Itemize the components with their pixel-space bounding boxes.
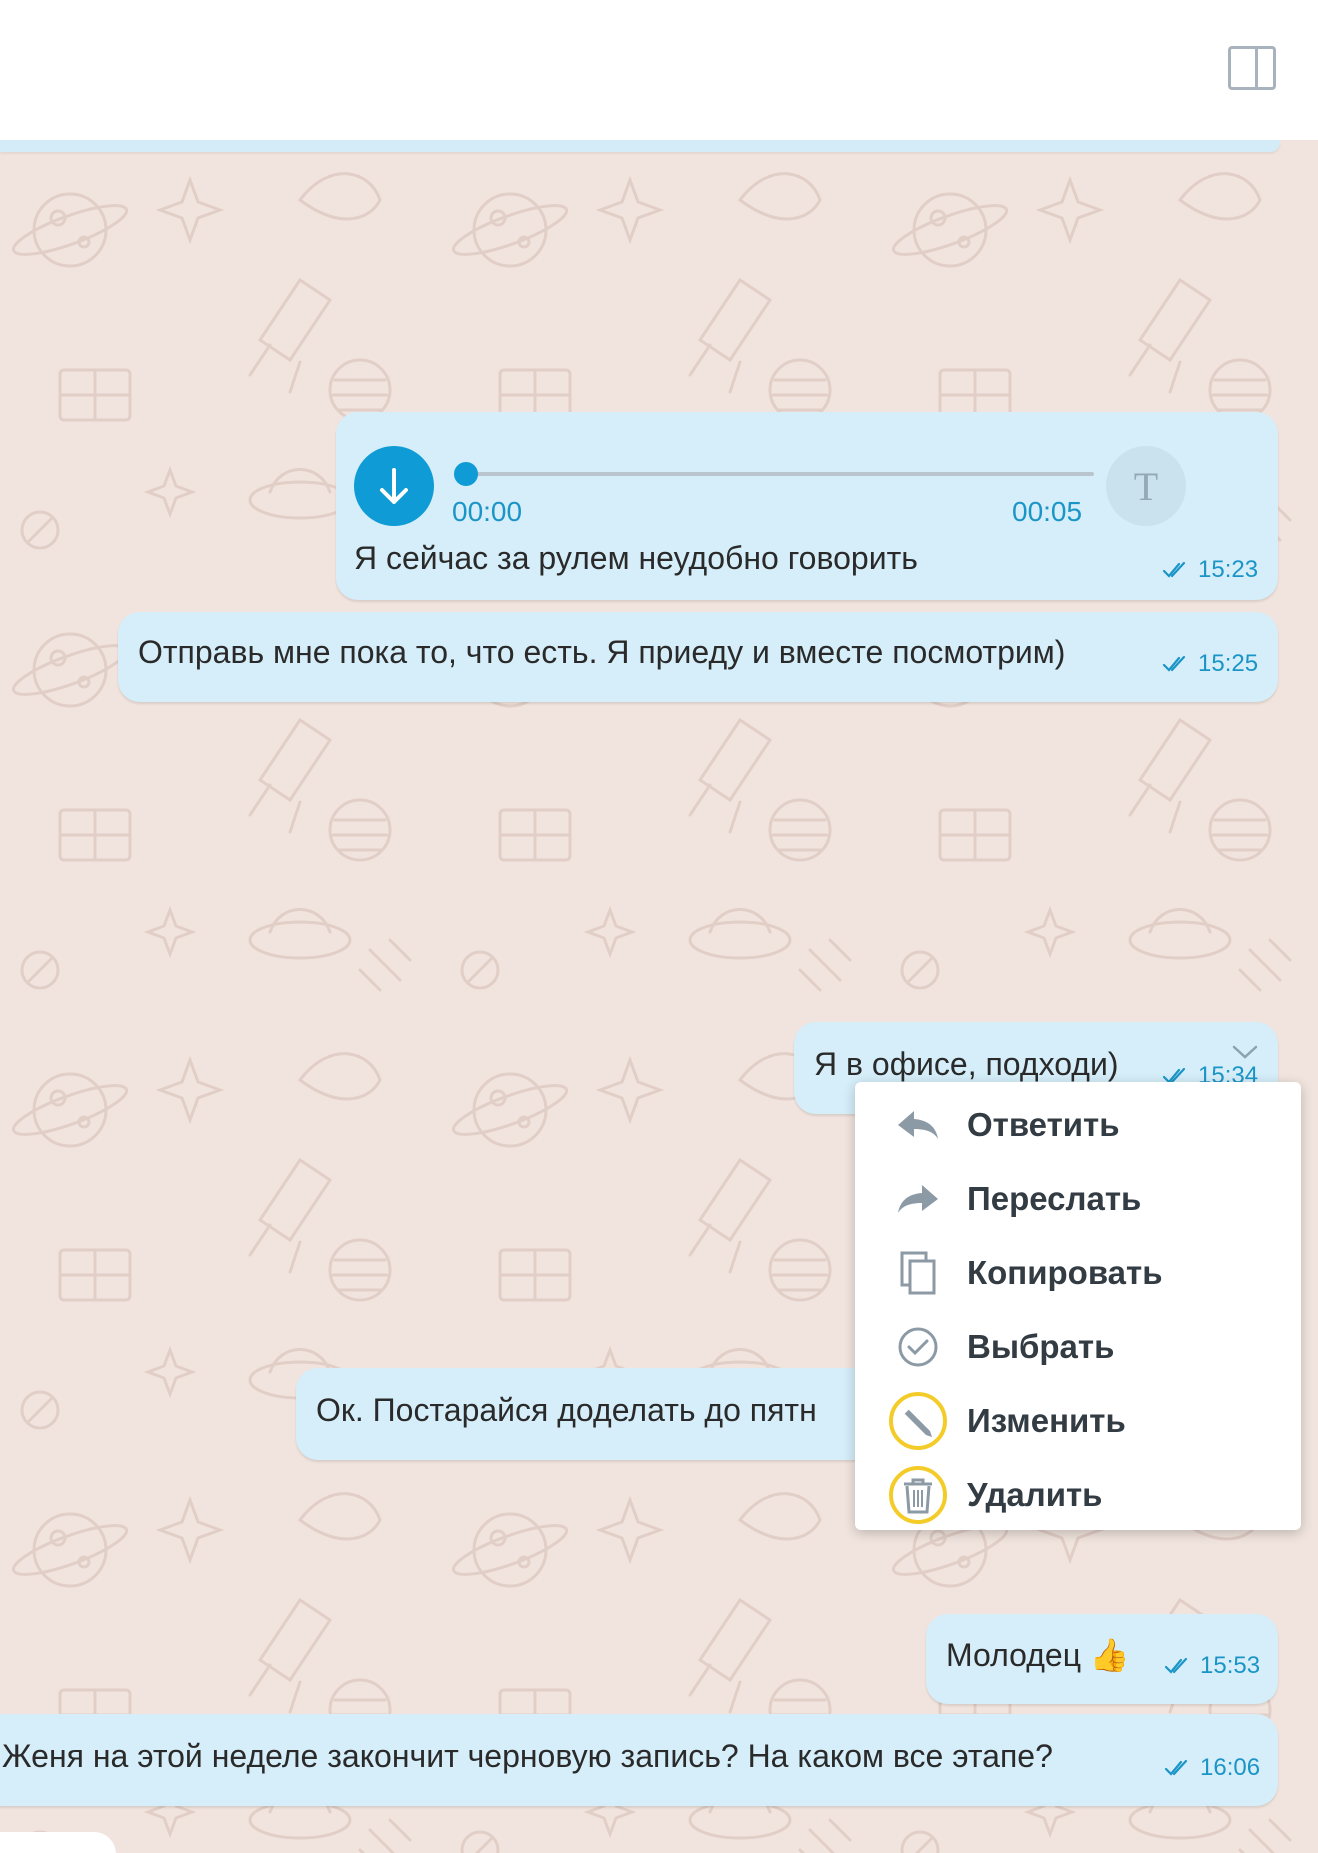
menu-item-select[interactable]: Выбрать — [855, 1310, 1301, 1384]
read-check-icon — [1162, 561, 1186, 578]
message-text: Молодец 👍 — [946, 1637, 1130, 1673]
audio-progress-knob[interactable] — [454, 462, 478, 486]
chevron-down-icon[interactable] — [1232, 1044, 1258, 1060]
message-bubble[interactable]: Ок. Постарайся доделать до пятн — [296, 1368, 916, 1460]
message-text: Я сейчас за рулем неудобно говорить — [354, 540, 918, 576]
message-time: 15:25 — [1198, 650, 1259, 677]
menu-item-label: Ответить — [967, 1106, 1120, 1143]
arrow-down-icon — [380, 468, 408, 504]
read-check-icon — [1164, 1759, 1188, 1776]
menu-item-label: Выбрать — [967, 1328, 1115, 1365]
chat-area[interactable]: 00:00 00:05 T Я сейчас за рулем неудобно… — [0, 140, 1318, 1853]
menu-item-delete[interactable]: Удалить — [855, 1458, 1301, 1532]
message-text: Ок. Постарайся доделать до пятн — [316, 1392, 817, 1428]
message-text: Женя на этой неделе закончит черновую за… — [2, 1738, 1053, 1774]
message-meta: 15:25 — [1162, 650, 1258, 678]
forward-icon — [898, 1185, 938, 1213]
doodle-background — [0, 140, 1318, 1853]
message-time: 15:53 — [1200, 1652, 1261, 1679]
chat-header — [0, 0, 1318, 140]
highlight-ring — [889, 1466, 947, 1524]
transcribe-button[interactable]: T — [1106, 446, 1186, 526]
message-context-menu: Ответить Переслать Копировать Выбрать Из… — [855, 1082, 1301, 1530]
message-bubble[interactable]: Женя на этой неделе закончит черновую за… — [0, 1714, 1278, 1806]
menu-item-label: Копировать — [967, 1254, 1163, 1291]
menu-item-label: Удалить — [967, 1476, 1103, 1513]
audio-duration: 00:05 — [1012, 496, 1083, 527]
menu-item-label: Изменить — [967, 1402, 1126, 1439]
message-meta: 15:53 — [1164, 1652, 1260, 1680]
previous-message-edge — [0, 140, 1280, 152]
menu-item-label: Переслать — [967, 1180, 1142, 1217]
message-text: Я в офисе, подходи) — [814, 1046, 1119, 1082]
message-time: 15:23 — [1198, 556, 1259, 583]
audio-elapsed-time: 00:00 — [452, 496, 523, 527]
side-panel-icon[interactable] — [1228, 46, 1276, 90]
read-check-icon — [1164, 1657, 1188, 1674]
message-text: Отправь мне пока то, что есть. Я приеду … — [138, 634, 1066, 670]
highlight-ring — [889, 1392, 947, 1450]
read-check-icon — [1162, 655, 1186, 672]
message-bubble[interactable]: Молодец 👍 15:53 — [926, 1614, 1278, 1704]
select-check-icon — [898, 1327, 938, 1367]
audio-progress-track[interactable] — [464, 472, 1094, 476]
menu-item-forward[interactable]: Переслать — [855, 1162, 1301, 1236]
menu-item-reply[interactable]: Ответить — [855, 1088, 1301, 1162]
menu-item-copy[interactable]: Копировать — [855, 1236, 1301, 1310]
copy-icon — [900, 1251, 936, 1295]
message-bubble[interactable]: Отправь мне пока то, что есть. Я приеду … — [118, 612, 1278, 702]
reply-icon — [898, 1111, 938, 1139]
message-meta: 16:06 — [1164, 1754, 1260, 1782]
menu-item-edit[interactable]: Изменить — [855, 1384, 1301, 1458]
message-time: 16:06 — [1200, 1754, 1261, 1781]
download-audio-button[interactable] — [354, 446, 434, 526]
message-meta: 15:23 — [1162, 556, 1258, 584]
input-area-edge — [0, 1832, 116, 1853]
voice-message-bubble[interactable]: 00:00 00:05 T Я сейчас за рулем неудобно… — [336, 412, 1278, 600]
